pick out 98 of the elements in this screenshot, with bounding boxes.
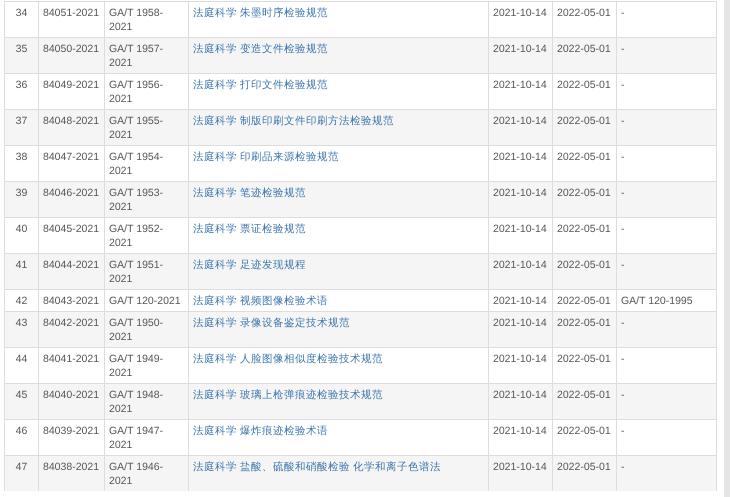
table-cell: 2022-05-01 — [557, 425, 611, 437]
table-cell: 2021-10-14 — [493, 295, 547, 307]
table-cell: 45 — [16, 389, 28, 401]
table-cell: 2022-05-01 — [557, 115, 611, 127]
table-cell: 2022-05-01 — [557, 389, 611, 401]
table-cell: 84041-2021 — [43, 353, 100, 365]
table-cell: 84048-2021 — [43, 115, 100, 127]
table-cell: 38 — [16, 151, 28, 163]
table-cell: 84044-2021 — [43, 259, 100, 271]
table-cell: 84049-2021 — [43, 79, 100, 91]
table-cell: GA/T 1949-2021 — [109, 353, 164, 379]
table-cell: - — [621, 151, 624, 163]
table-cell: - — [621, 389, 624, 401]
table-cell: 2021-10-14 — [493, 353, 547, 365]
table-cell: 84038-2021 — [43, 461, 100, 473]
table-cell: - — [621, 259, 624, 271]
table-cell: - — [621, 79, 624, 91]
table-cell: 84045-2021 — [43, 223, 100, 235]
table-cell: 2021-10-14 — [493, 317, 547, 329]
table-cell: 2021-10-14 — [493, 259, 547, 271]
table-cell: GA/T 1957-2021 — [109, 43, 164, 69]
table-cell: 2022-05-01 — [557, 151, 611, 163]
table-cell: 35 — [16, 43, 28, 55]
table-cell: GA/T 1953-2021 — [109, 187, 164, 213]
table-cell: 2021-10-14 — [493, 461, 547, 473]
table-cell: 2022-05-01 — [557, 295, 611, 307]
table-cell: - — [621, 461, 624, 473]
standard-title-link[interactable]: 法庭科学 票证检验规范 — [193, 223, 306, 235]
table-cell: - — [621, 7, 624, 19]
standard-title-link[interactable]: 法庭科学 朱墨时序检验规范 — [193, 7, 328, 19]
table-cell: - — [621, 115, 624, 127]
table-cell: 2021-10-14 — [493, 389, 547, 401]
table-cell: 40 — [16, 223, 28, 235]
table-cell: 2022-05-01 — [557, 79, 611, 91]
table-cell: 2022-05-01 — [557, 317, 611, 329]
table-cell: GA/T 1955-2021 — [109, 115, 164, 141]
table-cell: GA/T 1951-2021 — [109, 259, 164, 285]
standard-title-link[interactable]: 法庭科学 足迹发现规程 — [193, 259, 306, 271]
standard-title-link[interactable]: 法庭科学 制版印刷文件印刷方法检验规范 — [193, 115, 394, 127]
table-cell: 84040-2021 — [43, 389, 100, 401]
table-cell: GA/T 1952-2021 — [109, 223, 164, 249]
table-cell: 42 — [16, 295, 28, 307]
table-cell: GA/T 120-1995 — [621, 295, 693, 307]
standard-title-link[interactable]: 法庭科学 视频图像检验术语 — [193, 295, 328, 307]
table-cell: 43 — [16, 317, 28, 329]
table-cell: 2021-10-14 — [493, 115, 547, 127]
table-cell: 2021-10-14 — [493, 151, 547, 163]
table-cell: 84047-2021 — [43, 151, 100, 163]
standard-title-link[interactable]: 法庭科学 笔迹检验规范 — [193, 187, 306, 199]
standard-title-link[interactable]: 法庭科学 人脸图像相似度检验技术规范 — [193, 353, 383, 365]
table-cell: 2022-05-01 — [557, 461, 611, 473]
table-cell: - — [621, 317, 624, 329]
table-cell: 2021-10-14 — [493, 187, 547, 199]
standard-title-link[interactable]: 法庭科学 盐酸、硫酸和硝酸检验 化学和离子色谱法 — [193, 461, 441, 473]
table-cell: 2021-10-14 — [493, 79, 547, 91]
table-cell: 41 — [16, 259, 28, 271]
table-cell: 2022-05-01 — [557, 43, 611, 55]
table-cell: - — [621, 353, 624, 365]
table-cell: 2022-05-01 — [557, 187, 611, 199]
table-cell: GA/T 1954-2021 — [109, 151, 164, 177]
table-cell: GA/T 1958-2021 — [109, 7, 164, 33]
table-cell: 2021-10-14 — [493, 43, 547, 55]
table-cell: - — [621, 43, 624, 55]
table-cell: 39 — [16, 187, 28, 199]
table-cell: GA/T 1948-2021 — [109, 389, 164, 415]
table-cell: - — [621, 187, 624, 199]
table-cell: 84046-2021 — [43, 187, 100, 199]
table-cell: 2022-05-01 — [557, 259, 611, 271]
standard-title-link[interactable]: 法庭科学 打印文件检验规范 — [193, 79, 328, 91]
table-cell: 37 — [16, 115, 28, 127]
table-cell: 2021-10-14 — [493, 425, 547, 437]
table-cell: - — [621, 425, 624, 437]
table-cell: - — [621, 223, 624, 235]
table-cell: 2021-10-14 — [493, 223, 547, 235]
standard-title-link[interactable]: 法庭科学 录像设备鉴定技术规范 — [193, 317, 350, 329]
standard-title-link[interactable]: 法庭科学 爆炸痕迹检验术语 — [193, 425, 328, 437]
table-cell: 84039-2021 — [43, 425, 100, 437]
table-cell: 44 — [16, 353, 28, 365]
table-cell: GA/T 120-2021 — [109, 295, 181, 307]
table-cell: GA/T 1950-2021 — [109, 317, 164, 343]
standard-title-link[interactable]: 法庭科学 玻璃上枪弹痕迹检验技术规范 — [193, 389, 383, 401]
table-cell: 2022-05-01 — [557, 223, 611, 235]
table-cell: 2022-05-01 — [557, 7, 611, 19]
table-cell: 47 — [16, 461, 28, 473]
table-cell: 2021-10-14 — [493, 7, 547, 19]
table-cell: 46 — [16, 425, 28, 437]
table-cell: 36 — [16, 79, 28, 91]
table-cell: GA/T 1946-2021 — [109, 461, 164, 487]
table-cell: 84043-2021 — [43, 295, 100, 307]
table-cell: 84051-2021 — [43, 7, 100, 19]
standard-title-link[interactable]: 法庭科学 印刷品来源检验规范 — [193, 151, 339, 163]
table-cell: GA/T 1956-2021 — [109, 79, 164, 105]
table-cell: GA/T 1947-2021 — [109, 425, 164, 451]
standard-title-link[interactable]: 法庭科学 变造文件检验规范 — [193, 43, 328, 55]
table-cell: 84050-2021 — [43, 43, 100, 55]
table-cell: 34 — [16, 7, 28, 19]
table-cell: 84042-2021 — [43, 317, 100, 329]
table-cell: 2022-05-01 — [557, 353, 611, 365]
